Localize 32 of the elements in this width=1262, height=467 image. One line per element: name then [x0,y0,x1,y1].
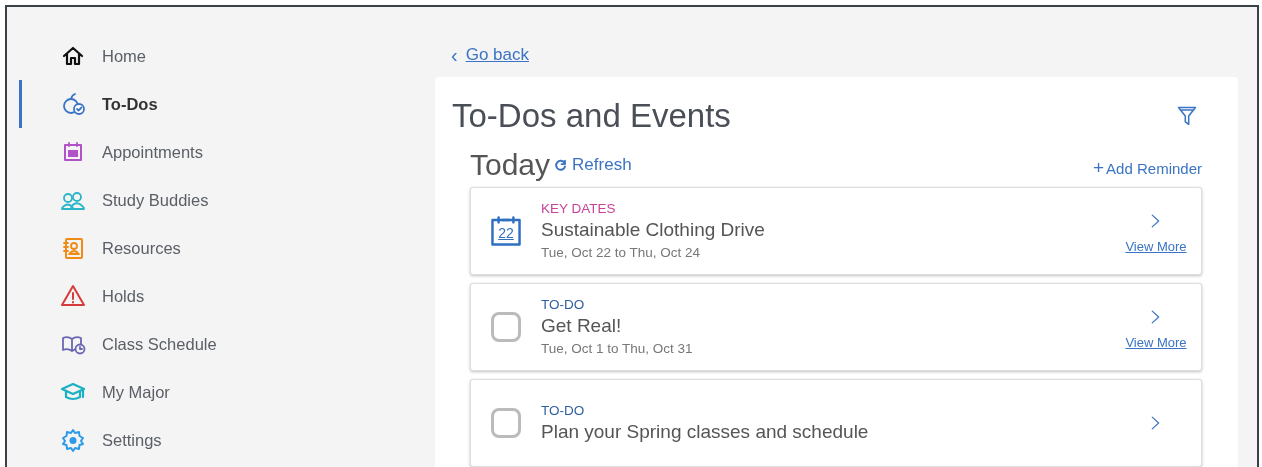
refresh-link[interactable]: Refresh [554,155,632,175]
apple-check-icon [60,91,86,117]
sidebar-item[interactable]: Resources [19,224,435,272]
date-range: Tue, Oct 1 to Thu, Oct 31 [541,339,694,358]
view-more-link[interactable]: View More [1125,238,1187,254]
category-label: TO-DO [541,295,586,313]
page-title: To-Dos and Events [452,97,731,135]
section-heading: Today [470,149,551,181]
event-title: Plan your Spring classes and schedule [541,419,870,444]
address-book-icon [60,235,86,261]
category-label: TO-DO [541,401,586,419]
event-title: Get Real! [541,313,623,338]
sidebar-item[interactable]: Settings [19,416,435,464]
checkbox[interactable] [491,312,521,342]
warning-icon [60,283,86,309]
sidebar-item[interactable]: Class Schedule [19,320,435,368]
sidebar-item[interactable]: Home [19,32,435,80]
chevron-left-icon: ‹ [451,46,458,64]
gear-icon [60,427,86,453]
date-range: Tue, Oct 22 to Thu, Oct 24 [541,243,702,262]
calendar-date-icon: 22 [490,215,522,247]
go-back-link[interactable]: Go back [465,45,529,65]
checkbox[interactable] [491,408,521,438]
sidebar-item[interactable]: My Major [19,368,435,416]
event-title: Sustainable Clothing Drive [541,217,766,242]
sidebar-item[interactable]: Study Buddies [19,176,435,224]
category-label: KEY DATES [541,199,617,217]
view-more-link[interactable]: View More [1125,334,1187,350]
sidebar-item[interactable]: Appointments [19,128,435,176]
sidebar-item[interactable]: Holds [19,272,435,320]
add-reminder-link[interactable]: +Add Reminder [1093,157,1202,179]
refresh-icon [554,158,568,172]
